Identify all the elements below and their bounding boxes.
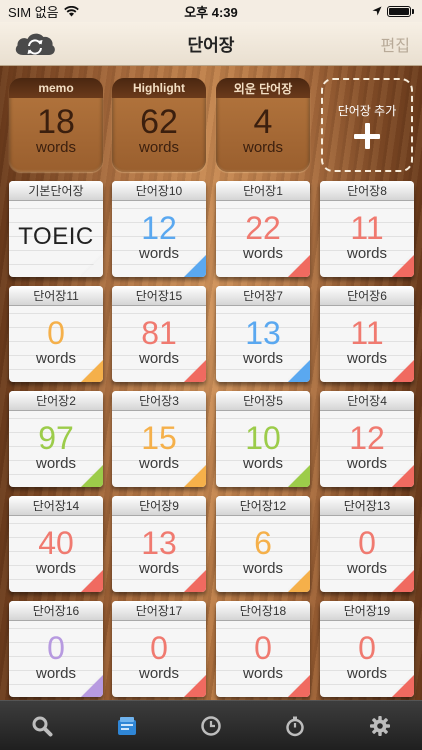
wordbook-card[interactable]: 단어장12 6 words bbox=[216, 496, 310, 592]
wordbook-card-title: 단어장14 bbox=[9, 496, 103, 516]
counter-label: Highlight bbox=[112, 78, 206, 98]
tab-bar bbox=[0, 700, 422, 750]
wordbook-card[interactable]: 단어장13 0 words bbox=[320, 496, 414, 592]
wordbook-card-title: 단어장19 bbox=[320, 601, 414, 621]
wordbook-card-count: 6 bbox=[254, 525, 272, 561]
tab-history[interactable] bbox=[191, 706, 231, 746]
counter-unit: words bbox=[242, 139, 283, 156]
wordbook-card-title: 단어장1 bbox=[216, 181, 310, 201]
counter-count: 4 bbox=[253, 103, 273, 141]
counter-count: 62 bbox=[140, 103, 178, 141]
wordbook-card[interactable]: 단어장3 15 words bbox=[112, 391, 206, 487]
wordbook-card[interactable]: 단어장1 22 words bbox=[216, 181, 310, 277]
wordbook-card-title: 단어장3 bbox=[112, 391, 206, 411]
wordbook-card-count: 97 bbox=[38, 420, 74, 456]
wordbook-card-title: 단어장6 bbox=[320, 286, 414, 306]
clock-icon bbox=[201, 715, 221, 736]
wordbook-card-title: 단어장17 bbox=[112, 601, 206, 621]
status-bar: SIM 없음 오후 4:39 bbox=[0, 0, 422, 22]
cloud-sync-icon[interactable] bbox=[12, 28, 58, 60]
wordbook-card-title: 기본단어장 bbox=[9, 181, 103, 201]
gear-icon bbox=[369, 715, 390, 736]
wordbook-card-title: 단어장12 bbox=[216, 496, 310, 516]
wordbook-card[interactable]: 단어장5 10 words bbox=[216, 391, 310, 487]
battery-tip bbox=[412, 8, 414, 14]
wordbook-card-title: 단어장8 bbox=[320, 181, 414, 201]
wordbook-card[interactable]: 단어장7 13 words bbox=[216, 286, 310, 382]
wordbook-card-title: 단어장15 bbox=[112, 286, 206, 306]
counter-count: 18 bbox=[37, 103, 75, 141]
wordbook-board: memo 18 words Highlight 62 words 외운 단어장 … bbox=[0, 66, 422, 700]
wordbook-card-count: 11 bbox=[350, 315, 384, 351]
wordbook-icon bbox=[117, 716, 136, 735]
wordbook-card[interactable]: 단어장15 81 words bbox=[112, 286, 206, 382]
wordbook-card-count: 13 bbox=[245, 315, 281, 351]
edit-button[interactable]: 편집 bbox=[381, 32, 410, 56]
search-icon bbox=[32, 716, 53, 736]
wordbook-card-title: 단어장18 bbox=[216, 601, 310, 621]
page-title: 단어장 bbox=[187, 36, 235, 55]
wordbook-card-title: 단어장9 bbox=[112, 496, 206, 516]
wordbook-card[interactable]: 기본단어장 TOEIC bbox=[9, 181, 103, 277]
wordbook-card-count: 0 bbox=[358, 525, 376, 561]
wordbook-card-title: 단어장13 bbox=[320, 496, 414, 516]
wordbook-card[interactable]: 단어장4 12 words bbox=[320, 391, 414, 487]
wifi-icon bbox=[63, 5, 79, 16]
wordbook-card-count: 0 bbox=[150, 630, 168, 666]
wordbook-card[interactable]: 단어장16 0 words bbox=[9, 601, 103, 697]
wordbook-card-count: 22 bbox=[245, 210, 281, 246]
tab-settings[interactable] bbox=[360, 706, 400, 746]
tab-wordbook[interactable] bbox=[107, 706, 147, 746]
wordbook-card-count: 0 bbox=[47, 630, 65, 666]
wordbook-card[interactable]: 단어장14 40 words bbox=[9, 496, 103, 592]
wordbook-card[interactable]: 단어장10 12 words bbox=[112, 181, 206, 277]
wordbook-card-count: 40 bbox=[38, 525, 74, 561]
wordbook-card-title: 단어장4 bbox=[320, 391, 414, 411]
wordbook-card-title: 단어장16 bbox=[9, 601, 103, 621]
tab-timer[interactable] bbox=[275, 706, 315, 746]
wordbook-card-count: 11 bbox=[350, 210, 384, 246]
wordbook-card[interactable]: 단어장6 11 words bbox=[320, 286, 414, 382]
memorized-counter[interactable]: 외운 단어장 4 words bbox=[216, 78, 310, 172]
carrier-label: SIM 없음 bbox=[8, 4, 59, 20]
wordbook-card-count: 15 bbox=[141, 420, 177, 456]
counter-unit: words bbox=[138, 139, 179, 156]
wordbook-card-count: TOEIC bbox=[18, 223, 94, 250]
highlight-counter[interactable]: Highlight 62 words bbox=[112, 78, 206, 172]
wordbook-card-title: 단어장11 bbox=[9, 286, 103, 306]
wordbook-card[interactable]: 단어장19 0 words bbox=[320, 601, 414, 697]
counter-unit: words bbox=[35, 139, 76, 156]
wordbook-card-title: 단어장5 bbox=[216, 391, 310, 411]
counter-label: 외운 단어장 bbox=[216, 78, 310, 98]
wordbook-card[interactable]: 단어장8 11 words bbox=[320, 181, 414, 277]
stopwatch-icon bbox=[286, 716, 305, 736]
battery-icon bbox=[387, 5, 411, 17]
wordbook-card-title: 단어장7 bbox=[216, 286, 310, 306]
add-wordbook-label: 단어장 추가 bbox=[337, 103, 397, 118]
wordbook-card-count: 0 bbox=[47, 315, 65, 351]
wordbook-card-count: 81 bbox=[141, 315, 177, 351]
counter-label: memo bbox=[9, 78, 103, 98]
memo-counter[interactable]: memo 18 words bbox=[9, 78, 103, 172]
tab-search[interactable] bbox=[22, 706, 62, 746]
location-arrow-icon bbox=[372, 6, 382, 16]
wordbook-card[interactable]: 단어장9 13 words bbox=[112, 496, 206, 592]
wordbook-card-count: 12 bbox=[141, 210, 177, 246]
wordbook-card[interactable]: 단어장11 0 words bbox=[9, 286, 103, 382]
navigation-bar: 단어장 편집 bbox=[0, 22, 422, 66]
wordbook-card[interactable]: 단어장17 0 words bbox=[112, 601, 206, 697]
wordbook-card-count: 12 bbox=[349, 420, 385, 456]
add-wordbook-button[interactable]: 단어장 추가 bbox=[321, 78, 413, 172]
wordbook-card[interactable]: 단어장18 0 words bbox=[216, 601, 310, 697]
wordbook-card-count: 10 bbox=[245, 420, 281, 456]
wordbook-card-title: 단어장2 bbox=[9, 391, 103, 411]
wordbook-card-count: 0 bbox=[254, 630, 272, 666]
wordbook-card-count: 0 bbox=[358, 630, 376, 666]
wordbook-card-title: 단어장10 bbox=[112, 181, 206, 201]
wordbook-card[interactable]: 단어장2 97 words bbox=[9, 391, 103, 487]
wordbook-card-count: 13 bbox=[141, 525, 177, 561]
plus-icon bbox=[354, 122, 380, 149]
